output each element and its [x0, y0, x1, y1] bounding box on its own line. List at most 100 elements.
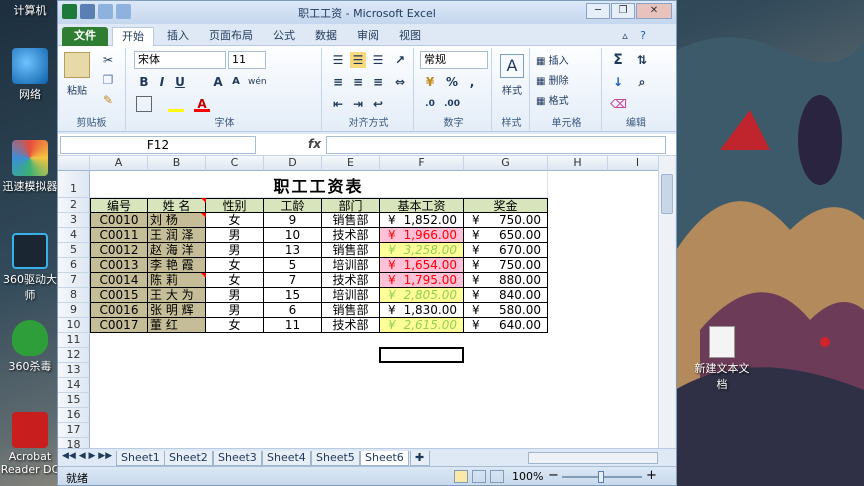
- tab-review[interactable]: 审阅: [350, 27, 386, 46]
- row-header[interactable]: 10: [58, 318, 90, 333]
- table-cell-dept[interactable]: 销售部: [322, 213, 380, 228]
- table-cell-dept[interactable]: 技术部: [322, 228, 380, 243]
- desktop-icon-new-text-doc[interactable]: 新建文本文档: [694, 326, 750, 392]
- sort-filter-icon[interactable]: ⇅: [634, 52, 650, 68]
- font-color-button[interactable]: A: [194, 96, 210, 112]
- row-header[interactable]: 9: [58, 303, 90, 318]
- row-header[interactable]: 4: [58, 228, 90, 243]
- name-box[interactable]: F12: [60, 136, 256, 154]
- table-cell-salary[interactable]: ¥1,654.00: [380, 258, 464, 273]
- desktop-icon-emulator[interactable]: 迅速模拟器: [0, 140, 60, 194]
- desktop-icon-network[interactable]: 网络: [0, 48, 60, 102]
- sheet-tab[interactable]: Sheet1: [116, 451, 165, 466]
- table-cell-sex[interactable]: 女: [206, 273, 264, 288]
- desktop-icon-360-driver[interactable]: 360驱动大师: [0, 233, 60, 303]
- align-middle-icon[interactable]: ☰: [350, 52, 366, 68]
- table-cell-sex[interactable]: 男: [206, 228, 264, 243]
- table-header-cell[interactable]: 部门: [322, 198, 380, 213]
- merge-center-icon[interactable]: ⇔: [392, 74, 408, 90]
- tab-file[interactable]: 文件: [62, 27, 108, 46]
- table-cell-name[interactable]: 董 红: [148, 318, 206, 333]
- insert-sheet-icon[interactable]: ✚: [410, 451, 430, 466]
- column-header[interactable]: H: [548, 156, 608, 171]
- table-header-cell[interactable]: 姓 名: [148, 198, 206, 213]
- table-cell-name[interactable]: 李 艳 霞: [148, 258, 206, 273]
- ribbon-minimize-icon[interactable]: ▵: [618, 27, 632, 46]
- horizontal-scrollbar[interactable]: [528, 452, 658, 464]
- sheet-tab[interactable]: Sheet2: [164, 451, 213, 466]
- decrease-indent-icon[interactable]: ⇤: [330, 96, 346, 112]
- table-cell-id[interactable]: C0016: [90, 303, 148, 318]
- selected-cell-F12[interactable]: [379, 347, 464, 363]
- align-bottom-icon[interactable]: ☰: [370, 52, 386, 68]
- orientation-icon[interactable]: ↗: [392, 52, 408, 68]
- table-cell-id[interactable]: C0011: [90, 228, 148, 243]
- row-header[interactable]: 13: [58, 363, 90, 378]
- table-cell-id[interactable]: C0014: [90, 273, 148, 288]
- column-header[interactable]: I: [608, 156, 658, 171]
- table-cell-name[interactable]: 王 润 泽: [148, 228, 206, 243]
- comment-indicator-icon[interactable]: [201, 198, 206, 203]
- table-cell-years[interactable]: 15: [264, 288, 322, 303]
- bold-button[interactable]: B: [136, 74, 152, 90]
- table-cell-bonus[interactable]: ¥750.00: [464, 258, 548, 273]
- desktop-icon-computer[interactable]: 计算机: [0, 2, 60, 18]
- delete-cells-button[interactable]: ▦ 删除: [536, 72, 596, 87]
- tab-data[interactable]: 数据: [308, 27, 344, 46]
- decrease-decimal-icon[interactable]: .00: [444, 96, 460, 112]
- formula-input[interactable]: [326, 136, 666, 154]
- row-header[interactable]: 2: [58, 198, 90, 213]
- table-header-cell[interactable]: 工龄: [264, 198, 322, 213]
- table-cell-sex[interactable]: 男: [206, 243, 264, 258]
- currency-icon[interactable]: ¥: [422, 74, 438, 90]
- table-cell-name[interactable]: 陈 莉: [148, 273, 206, 288]
- table-cell-bonus[interactable]: ¥580.00: [464, 303, 548, 318]
- autosum-button[interactable]: Σ: [610, 52, 626, 68]
- table-cell-dept[interactable]: 培训部: [322, 288, 380, 303]
- align-right-icon[interactable]: ≡: [370, 74, 386, 90]
- table-cell-dept[interactable]: 技术部: [322, 318, 380, 333]
- table-cell-dept[interactable]: 销售部: [322, 243, 380, 258]
- insert-cells-button[interactable]: ▦ 插入: [536, 52, 596, 67]
- row-header[interactable]: 11: [58, 333, 90, 348]
- zoom-level[interactable]: 100%: [512, 470, 543, 483]
- table-cell-dept[interactable]: 培训部: [322, 258, 380, 273]
- copy-icon[interactable]: ❐: [100, 72, 116, 88]
- paste-icon[interactable]: [64, 52, 90, 78]
- table-cell-salary[interactable]: ¥2,805.00: [380, 288, 464, 303]
- shrink-font-button[interactable]: A: [228, 74, 244, 90]
- grow-font-button[interactable]: A: [210, 74, 226, 90]
- column-header[interactable]: C: [206, 156, 264, 171]
- tab-insert[interactable]: 插入: [158, 27, 198, 46]
- table-cell-id[interactable]: C0010: [90, 213, 148, 228]
- fill-color-icon[interactable]: [168, 96, 184, 112]
- row-header[interactable]: 8: [58, 288, 90, 303]
- align-top-icon[interactable]: ☰: [330, 52, 346, 68]
- column-header[interactable]: B: [148, 156, 206, 171]
- table-cell-years[interactable]: 10: [264, 228, 322, 243]
- align-center-icon[interactable]: ≡: [350, 74, 366, 90]
- tab-formulas[interactable]: 公式: [266, 27, 302, 46]
- column-header[interactable]: F: [380, 156, 464, 171]
- sheet-tab[interactable]: Sheet5: [311, 451, 360, 466]
- table-cell-years[interactable]: 5: [264, 258, 322, 273]
- page-break-view-icon[interactable]: [490, 470, 504, 483]
- clear-icon[interactable]: ⌫: [610, 96, 627, 112]
- row-header[interactable]: 1: [58, 171, 90, 198]
- table-cell-id[interactable]: C0015: [90, 288, 148, 303]
- paste-button[interactable]: 粘贴: [60, 82, 94, 97]
- help-icon[interactable]: ?: [636, 27, 650, 46]
- comma-button[interactable]: ,: [464, 74, 480, 90]
- sheet-title[interactable]: 职工工资表: [90, 171, 548, 198]
- row-header[interactable]: 17: [58, 423, 90, 438]
- table-cell-bonus[interactable]: ¥670.00: [464, 243, 548, 258]
- table-cell-salary[interactable]: ¥1,966.00: [380, 228, 464, 243]
- sheet-tab[interactable]: Sheet4: [262, 451, 311, 466]
- row-header[interactable]: 12: [58, 348, 90, 363]
- table-cell-sex[interactable]: 女: [206, 258, 264, 273]
- table-cell-years[interactable]: 6: [264, 303, 322, 318]
- table-cell-salary[interactable]: ¥1,830.00: [380, 303, 464, 318]
- format-painter-icon[interactable]: ✎: [100, 92, 116, 108]
- row-header[interactable]: 5: [58, 243, 90, 258]
- tab-home[interactable]: 开始: [112, 27, 154, 46]
